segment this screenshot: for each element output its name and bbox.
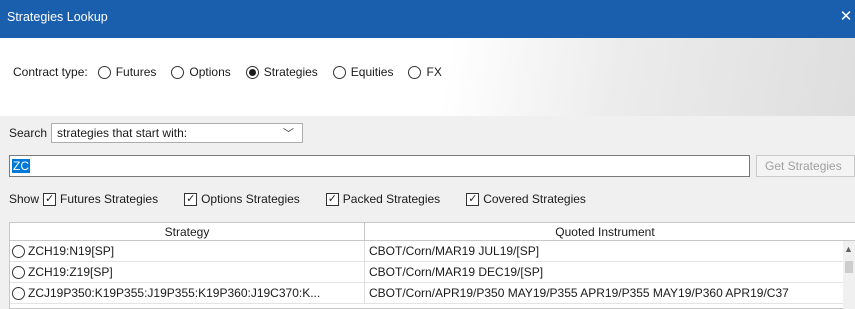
checkbox-box[interactable] xyxy=(43,192,57,206)
radio-label: Options xyxy=(189,65,231,79)
checkbox-box[interactable] xyxy=(325,192,339,206)
checkbox-packed-strategies[interactable]: Packed Strategies xyxy=(325,192,441,206)
strategy-cell: ZCJ19P350:K19P355:J19P355:K19P360:J19C37… xyxy=(10,283,365,303)
search-mode-select[interactable]: strategies that start with: ﹀ xyxy=(51,123,304,143)
window-title: Strategies Lookup xyxy=(7,10,108,24)
strategy-text: ZCH19:Z19[SP] xyxy=(28,265,113,279)
strategy-text: ZCJ19P350:K19P355:J19P355:K19P360:J19C37… xyxy=(28,286,321,300)
radio-circle[interactable] xyxy=(332,65,346,79)
table-row[interactable]: ZCJ19P350:K19P355:J19P355:K19P360:J19C37… xyxy=(10,283,855,304)
strategy-cell: ZCH19:Z19[SP] xyxy=(10,262,365,282)
contract-type-row: Contract type: Futures Options Strategie… xyxy=(13,65,457,79)
strategy-cell: ZCH19:N19[SP] xyxy=(10,241,365,261)
radio-label: Futures xyxy=(115,65,157,79)
checkbox-options-strategies[interactable]: Options Strategies xyxy=(184,192,300,206)
show-filters-row: Show Futures Strategies Options Strategi… xyxy=(9,192,612,207)
show-label: Show xyxy=(9,192,40,206)
radio-label: FX xyxy=(426,65,442,79)
search-input[interactable]: ZC xyxy=(9,155,750,177)
checkbox-label: Futures Strategies xyxy=(60,192,159,206)
checkbox-box[interactable] xyxy=(184,192,198,206)
table-header: Strategy Quoted Instrument xyxy=(10,223,855,241)
instrument-cell: CBOT/Corn/APR19/P350 MAY19/P355 APR19/P3… xyxy=(369,286,789,300)
radio-circle[interactable] xyxy=(97,65,111,79)
radio-circle[interactable] xyxy=(171,65,185,79)
scroll-up-arrow-icon[interactable]: ▲ xyxy=(844,244,853,254)
row-radio[interactable] xyxy=(12,286,25,300)
checkbox-label: Packed Strategies xyxy=(342,192,441,206)
search-query-text: ZC xyxy=(12,159,30,173)
row-radio[interactable] xyxy=(12,265,25,279)
search-mode-value: strategies that start with: xyxy=(57,126,188,140)
table-row[interactable]: ZCH19:N19[SP] CBOT/Corn/MAR19 JUL19/[SP] xyxy=(10,241,855,262)
column-header-quoted-instrument[interactable]: Quoted Instrument xyxy=(365,223,845,240)
row-radio[interactable] xyxy=(12,244,25,258)
strategies-table: Strategy Quoted Instrument ZCH19:N19[SP]… xyxy=(9,222,855,309)
instrument-cell: CBOT/Corn/MAR19 JUL19/[SP] xyxy=(369,244,540,258)
column-header-strategy[interactable]: Strategy xyxy=(10,223,365,240)
radio-futures[interactable]: Futures xyxy=(97,65,157,79)
title-bar: Strategies Lookup ✕ xyxy=(0,0,855,38)
radio-circle[interactable] xyxy=(408,65,422,79)
radio-label: Equities xyxy=(350,65,394,79)
checkbox-covered-strategies[interactable]: Covered Strategies xyxy=(466,192,586,206)
checkbox-box[interactable] xyxy=(466,192,480,206)
close-icon[interactable]: ✕ xyxy=(839,9,853,26)
radio-circle[interactable] xyxy=(245,65,259,79)
radio-label: Strategies xyxy=(263,65,318,79)
contract-type-label: Contract type: xyxy=(13,65,88,79)
radio-equities[interactable]: Equities xyxy=(332,65,394,79)
vertical-scrollbar[interactable]: ▲ xyxy=(843,241,855,309)
search-label: Search xyxy=(9,126,48,140)
instrument-cell: CBOT/Corn/MAR19 DEC19/[SP] xyxy=(369,265,544,279)
radio-options[interactable]: Options xyxy=(171,65,231,79)
strategy-text: ZCH19:N19[SP] xyxy=(28,244,115,258)
checkbox-futures-strategies[interactable]: Futures Strategies xyxy=(43,192,158,206)
chevron-down-icon[interactable]: ﹀ xyxy=(283,125,294,141)
checkbox-label: Covered Strategies xyxy=(483,192,586,206)
contract-type-panel: Contract type: Futures Options Strategie… xyxy=(0,38,855,116)
get-strategies-button[interactable]: Get Strategies xyxy=(756,155,855,177)
scrollbar-thumb[interactable] xyxy=(845,261,853,273)
radio-strategies[interactable]: Strategies xyxy=(245,65,318,79)
search-row: Search strategies that start with: ﹀ xyxy=(9,123,304,143)
table-row[interactable]: ZCH19:Z19[SP] CBOT/Corn/MAR19 DEC19/[SP] xyxy=(10,262,855,283)
checkbox-label: Options Strategies xyxy=(201,192,300,206)
radio-fx[interactable]: FX xyxy=(408,65,442,79)
